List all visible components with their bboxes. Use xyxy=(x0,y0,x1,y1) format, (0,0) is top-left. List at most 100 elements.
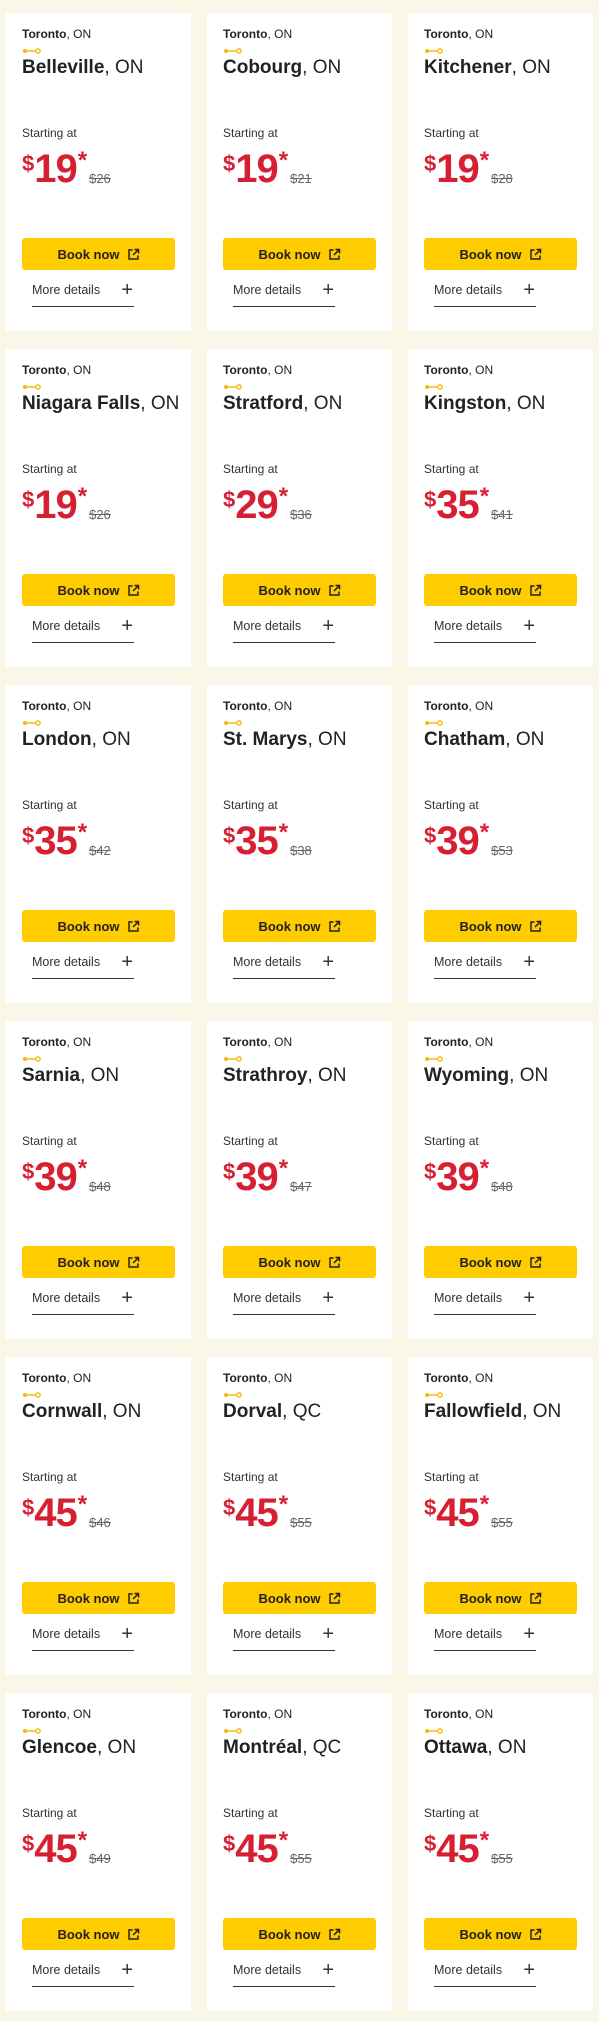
price-asterisk: * xyxy=(479,483,490,510)
book-now-label: Book now xyxy=(258,918,321,934)
book-now-button[interactable]: Book now xyxy=(424,910,577,942)
more-details-link[interactable]: More details + xyxy=(32,1287,134,1315)
external-link-icon xyxy=(127,248,139,260)
origin-label: Toronto, ON xyxy=(22,699,91,713)
external-link-icon xyxy=(328,920,340,932)
book-now-button[interactable]: Book now xyxy=(22,1582,175,1614)
book-now-button[interactable]: Book now xyxy=(424,1582,577,1614)
more-details-link[interactable]: More details + xyxy=(434,1960,536,1987)
more-details-link[interactable]: More details + xyxy=(32,1960,134,1987)
more-details-link[interactable]: More details + xyxy=(233,1288,335,1315)
book-now-button[interactable]: Book now xyxy=(424,1918,577,1950)
price-asterisk: * xyxy=(479,1155,490,1182)
book-now-label: Book now xyxy=(459,1590,522,1606)
plus-icon: + xyxy=(523,615,535,637)
currency-symbol: $ xyxy=(424,1831,437,1856)
book-now-label: Book now xyxy=(258,246,321,262)
route-icon xyxy=(425,1056,443,1062)
price: $ 19 * $21 xyxy=(223,147,312,191)
route-icon xyxy=(224,384,242,390)
book-now-button[interactable]: Book now xyxy=(22,574,175,606)
more-details-link[interactable]: More details + xyxy=(434,1288,536,1315)
price-amount: 45 xyxy=(436,1827,479,1871)
fare-card: Toronto, ON St. Marys, ON Starting at $ … xyxy=(207,685,392,1003)
destination-province: , ON xyxy=(511,57,551,78)
more-details-link[interactable]: More details + xyxy=(32,952,134,979)
book-now-button[interactable]: Book now xyxy=(22,1246,175,1278)
plus-icon: + xyxy=(121,1287,133,1309)
more-details-label: More details xyxy=(32,283,101,297)
destination-province: , ON xyxy=(91,729,131,750)
destination-province: , ON xyxy=(302,57,342,78)
price: $ 29 * $36 xyxy=(223,483,312,527)
external-link-icon xyxy=(529,1928,541,1940)
origin-city: Toronto xyxy=(22,363,67,377)
more-details-link[interactable]: More details + xyxy=(32,280,134,307)
plus-icon: + xyxy=(322,1959,334,1981)
more-details-link[interactable]: More details + xyxy=(32,1624,134,1651)
more-details-link[interactable]: More details + xyxy=(434,952,536,979)
destination-label: Kingston, ON xyxy=(424,393,545,415)
destination-city: Fallowfield xyxy=(424,1401,523,1422)
currency-symbol: $ xyxy=(22,1159,35,1184)
destination-province: , QC xyxy=(282,1401,322,1422)
external-link-icon xyxy=(328,248,340,260)
destination-label: Wyoming, ON xyxy=(424,1065,548,1087)
more-details-link[interactable]: More details + xyxy=(233,616,335,643)
book-now-button[interactable]: Book now xyxy=(223,1918,376,1950)
destination-label: Glencoe, ON xyxy=(22,1737,136,1759)
destination-city: Dorval xyxy=(223,1401,283,1422)
book-now-button[interactable]: Book now xyxy=(223,910,376,942)
more-details-link[interactable]: More details + xyxy=(233,1959,335,1987)
more-details-link[interactable]: More details + xyxy=(434,615,536,643)
book-now-label: Book now xyxy=(459,246,522,262)
book-now-button[interactable]: Book now xyxy=(223,1246,376,1278)
origin-label: Toronto, ON xyxy=(22,1707,91,1721)
destination-province: , QC xyxy=(302,1737,342,1758)
origin-city: Toronto xyxy=(424,1371,469,1385)
starting-at-label: Starting at xyxy=(424,126,479,140)
original-price: $36 xyxy=(290,507,312,522)
price-asterisk: * xyxy=(77,819,88,846)
fare-card: Toronto, ON Cobourg, ON Starting at $ 19… xyxy=(207,13,392,331)
more-details-label: More details xyxy=(434,619,503,633)
more-details-link[interactable]: More details + xyxy=(233,1624,335,1651)
destination-label: Kitchener, ON xyxy=(424,57,551,79)
more-details-link[interactable]: More details + xyxy=(434,1624,536,1651)
origin-label: Toronto, ON xyxy=(22,363,91,377)
origin-province: , ON xyxy=(267,1707,293,1721)
book-now-button[interactable]: Book now xyxy=(22,1918,175,1950)
original-price: $38 xyxy=(290,843,312,858)
origin-label: Toronto, ON xyxy=(22,1371,91,1385)
origin-city: Toronto xyxy=(22,1707,67,1721)
destination-label: Ottawa, ON xyxy=(424,1737,526,1759)
book-now-button[interactable]: Book now xyxy=(22,238,175,270)
fare-card: Toronto, ON Ottawa, ON Starting at $ 45 … xyxy=(408,1693,593,2011)
origin-province: , ON xyxy=(468,1035,494,1049)
currency-symbol: $ xyxy=(223,1159,236,1184)
book-now-button[interactable]: Book now xyxy=(22,910,175,942)
original-price: $55 xyxy=(290,1851,312,1866)
currency-symbol: $ xyxy=(223,487,236,512)
more-details-label: More details xyxy=(32,1291,101,1305)
more-details-link[interactable]: More details + xyxy=(434,280,536,307)
book-now-button[interactable]: Book now xyxy=(424,238,577,270)
book-now-button[interactable]: Book now xyxy=(424,1246,577,1278)
origin-province: , ON xyxy=(468,1371,494,1385)
more-details-link[interactable]: More details + xyxy=(32,616,134,643)
more-details-link[interactable]: More details + xyxy=(233,951,335,979)
destination-label: St. Marys, ON xyxy=(223,729,347,751)
more-details-label: More details xyxy=(32,619,101,633)
book-now-button[interactable]: Book now xyxy=(223,238,376,270)
more-details-link[interactable]: More details + xyxy=(233,280,335,307)
origin-label: Toronto, ON xyxy=(424,1371,493,1385)
fare-card-grid: Toronto, ON Belleville, ON Starting at $… xyxy=(0,0,599,2022)
destination-label: Montréal, QC xyxy=(223,1737,341,1759)
book-now-button[interactable]: Book now xyxy=(223,574,376,606)
price-amount: 39 xyxy=(436,819,479,863)
plus-icon: + xyxy=(322,951,334,973)
price-asterisk: * xyxy=(77,1827,88,1854)
book-now-button[interactable]: Book now xyxy=(223,1582,376,1614)
book-now-button[interactable]: Book now xyxy=(424,574,577,606)
original-price: $46 xyxy=(89,1515,111,1530)
